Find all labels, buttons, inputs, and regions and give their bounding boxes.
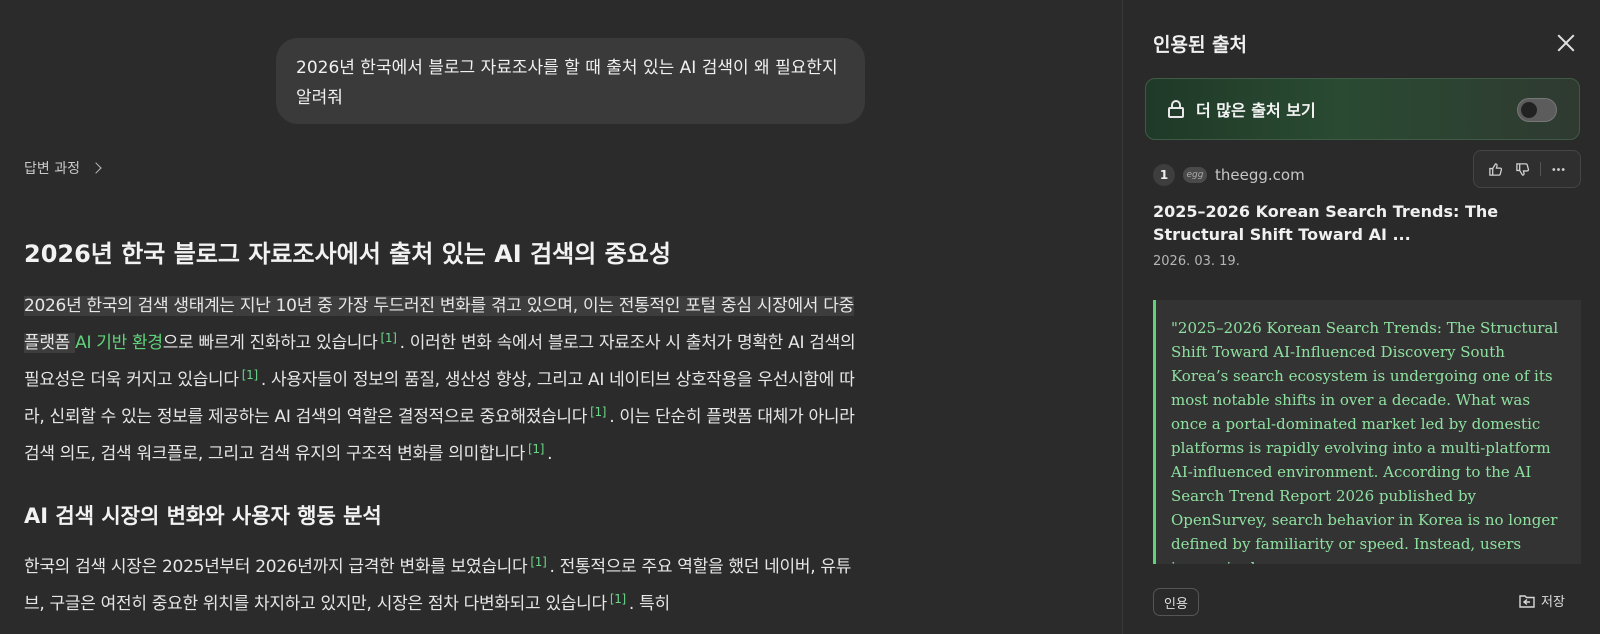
answer-paragraph-1: 2026년 한국의 검색 생태계는 지난 10년 중 가장 두드러진 변화를 겪… <box>24 290 864 470</box>
paragraph-text: . 특히 <box>628 594 670 614</box>
save-button[interactable]: 저장 <box>1519 591 1565 610</box>
source-quote: "2025–2026 Korean Search Trends: The Str… <box>1153 300 1581 564</box>
source-date: 2026. 03. 19. <box>1153 254 1240 269</box>
citation-marker[interactable]: [1] <box>528 442 544 456</box>
citation-marker[interactable]: [1] <box>242 368 258 382</box>
paragraph-text: . <box>547 444 553 464</box>
source-domain[interactable]: theegg.com <box>1215 166 1305 184</box>
source-header: 1 egg theegg.com <box>1153 164 1305 186</box>
thumbs-up-icon[interactable] <box>1486 159 1506 179</box>
paragraph-text: 으로 빠르게 진화하고 있습니다 <box>162 333 378 353</box>
ai-environment-link[interactable]: AI 기반 환경 <box>75 333 163 353</box>
more-sources-label: 더 많은 출처 보기 <box>1196 101 1316 120</box>
chevron-right-icon <box>90 162 102 174</box>
citation-marker[interactable]: [1] <box>590 405 606 419</box>
citation-marker[interactable]: [1] <box>610 592 626 606</box>
site-favicon-icon: egg <box>1183 167 1207 183</box>
source-number-badge: 1 <box>1153 164 1175 186</box>
answer-section-heading: AI 검색 시장의 변화와 사용자 행동 분석 <box>24 504 382 528</box>
cite-button[interactable]: 인용 <box>1153 588 1199 616</box>
cited-sources-sidebar: 인용된 출처 더 많은 출처 보기 1 egg theegg.com 2025–… <box>1122 0 1600 634</box>
more-sources-toggle[interactable] <box>1517 98 1557 122</box>
answer-paragraph-2: 한국의 검색 시장은 2025년부터 2026년까지 급격한 변화를 보였습니다… <box>24 546 864 620</box>
save-icon <box>1519 594 1535 608</box>
answer-title: 2026년 한국 블로그 자료조사에서 출처 있는 AI 검색의 중요성 <box>24 240 671 268</box>
thumbs-down-icon[interactable] <box>1513 159 1533 179</box>
citation-marker[interactable]: [1] <box>380 331 396 345</box>
source-actions-toolbar <box>1473 150 1581 188</box>
chat-main-panel: 2026년 한국에서 블로그 자료조사를 할 때 출처 있는 AI 검색이 왜 … <box>0 0 1122 634</box>
answer-process-toggle[interactable]: 답변 과정 <box>24 158 102 178</box>
paragraph-text: 한국의 검색 시장은 2025년부터 2026년까지 급격한 변화를 보였습니다 <box>24 557 528 577</box>
answer-content: 2026년 한국 블로그 자료조사에서 출처 있는 AI 검색의 중요성 202… <box>24 236 864 620</box>
close-icon[interactable] <box>1555 32 1577 54</box>
more-sources-banner: 더 많은 출처 보기 <box>1145 78 1580 140</box>
sidebar-title: 인용된 출처 <box>1153 34 1248 56</box>
toggle-knob <box>1521 102 1537 118</box>
save-label: 저장 <box>1541 595 1565 610</box>
lock-icon <box>1168 100 1184 118</box>
more-options-icon[interactable] <box>1548 159 1568 179</box>
source-title[interactable]: 2025–2026 Korean Search Trends: The Stru… <box>1153 200 1573 246</box>
answer-process-label: 답변 과정 <box>24 161 80 177</box>
toolbar-divider <box>1540 162 1542 176</box>
citation-marker[interactable]: [1] <box>530 555 546 569</box>
user-message-bubble: 2026년 한국에서 블로그 자료조사를 할 때 출처 있는 AI 검색이 왜 … <box>276 38 865 124</box>
user-message-text: 2026년 한국에서 블로그 자료조사를 할 때 출처 있는 AI 검색이 왜 … <box>296 58 838 108</box>
